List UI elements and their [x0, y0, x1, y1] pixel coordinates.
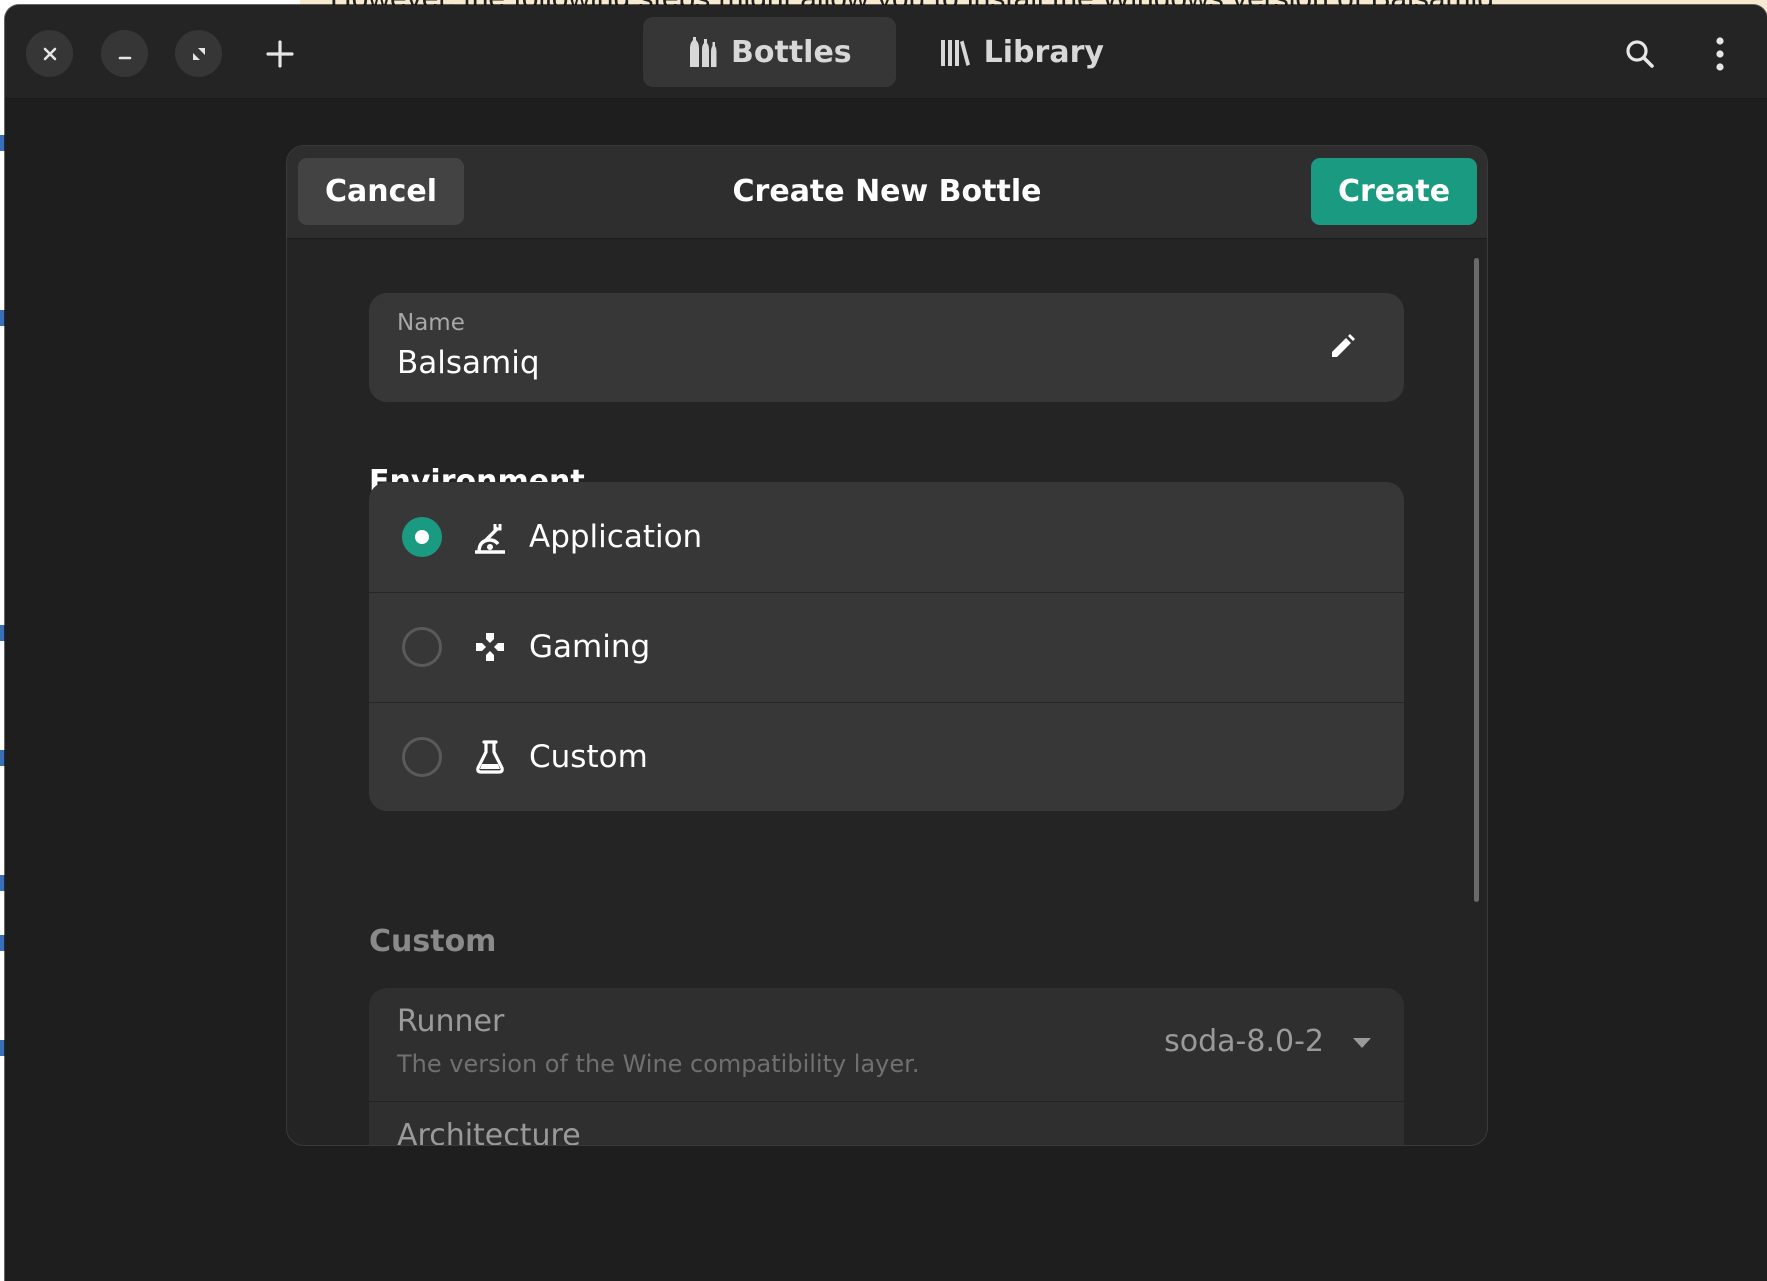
- restore-icon: [192, 47, 205, 60]
- name-field[interactable]: Name Balsamiq: [369, 293, 1404, 402]
- minimize-button[interactable]: [101, 30, 148, 77]
- tab-bottles-label: Bottles: [731, 34, 852, 70]
- gaming-label: Gaming: [529, 629, 651, 665]
- environment-option-custom[interactable]: Custom: [369, 702, 1404, 811]
- plus-icon: [266, 40, 294, 68]
- bottles-icon: [690, 37, 717, 67]
- runner-row[interactable]: Runner The version of the Wine compatibi…: [369, 988, 1404, 1100]
- close-icon: [43, 47, 56, 60]
- minimize-icon: [118, 56, 131, 59]
- runner-value[interactable]: soda-8.0-2: [1164, 1024, 1324, 1059]
- tab-bottles[interactable]: Bottles: [643, 17, 896, 87]
- gamepad-icon: [472, 629, 508, 665]
- edit-name-button[interactable]: [1324, 329, 1360, 365]
- tab-library[interactable]: Library: [896, 17, 1148, 87]
- runner-description: The version of the Wine compatibility la…: [397, 1050, 920, 1078]
- create-button[interactable]: Create: [1311, 158, 1477, 225]
- headerbar: Bottles Library: [5, 5, 1767, 99]
- main-menu-button[interactable]: [1697, 31, 1743, 77]
- name-field-label: Name: [397, 310, 465, 336]
- cancel-button[interactable]: Cancel: [298, 158, 464, 225]
- application-radio[interactable]: [402, 516, 442, 557]
- dialog-title: Create New Bottle: [732, 174, 1042, 209]
- dialog-scrollbar[interactable]: [1474, 258, 1479, 902]
- flask-icon: [472, 739, 508, 775]
- runner-label: Runner: [397, 1004, 505, 1039]
- application-icon: [472, 519, 508, 555]
- library-icon: [940, 40, 970, 66]
- chevron-down-icon: [1353, 1038, 1371, 1048]
- view-switcher: Bottles Library: [643, 17, 1148, 87]
- gaming-radio[interactable]: [402, 627, 442, 667]
- architecture-row[interactable]: Architecture 64-bit: [369, 1101, 1404, 1146]
- name-field-value[interactable]: Balsamiq: [397, 345, 540, 381]
- custom-radio[interactable]: [402, 737, 442, 777]
- custom-heading: Custom: [369, 924, 497, 959]
- search-icon: [1626, 40, 1654, 68]
- environment-option-gaming[interactable]: Gaming: [369, 592, 1404, 701]
- kebab-menu-icon: [1716, 37, 1724, 71]
- bottles-window: Bottles Library Create New Bottle Cancel…: [5, 5, 1767, 1281]
- tab-library-label: Library: [983, 34, 1104, 70]
- environment-options: Application Gaming Custom: [369, 482, 1404, 811]
- new-bottle-button[interactable]: [257, 31, 303, 77]
- pencil-icon: [1332, 334, 1355, 357]
- architecture-label: Architecture: [397, 1118, 581, 1146]
- restore-button[interactable]: [175, 30, 222, 77]
- custom-options: Runner The version of the Wine compatibi…: [369, 988, 1404, 1146]
- environment-option-application[interactable]: Application: [369, 482, 1404, 591]
- application-label: Application: [529, 518, 703, 555]
- dialog-header: Create New Bottle Cancel Create: [287, 146, 1487, 239]
- search-button[interactable]: [1617, 31, 1663, 77]
- custom-option-label: Custom: [529, 739, 648, 775]
- close-button[interactable]: [26, 30, 73, 77]
- create-bottle-dialog: Create New Bottle Cancel Create Name Bal…: [286, 145, 1488, 1146]
